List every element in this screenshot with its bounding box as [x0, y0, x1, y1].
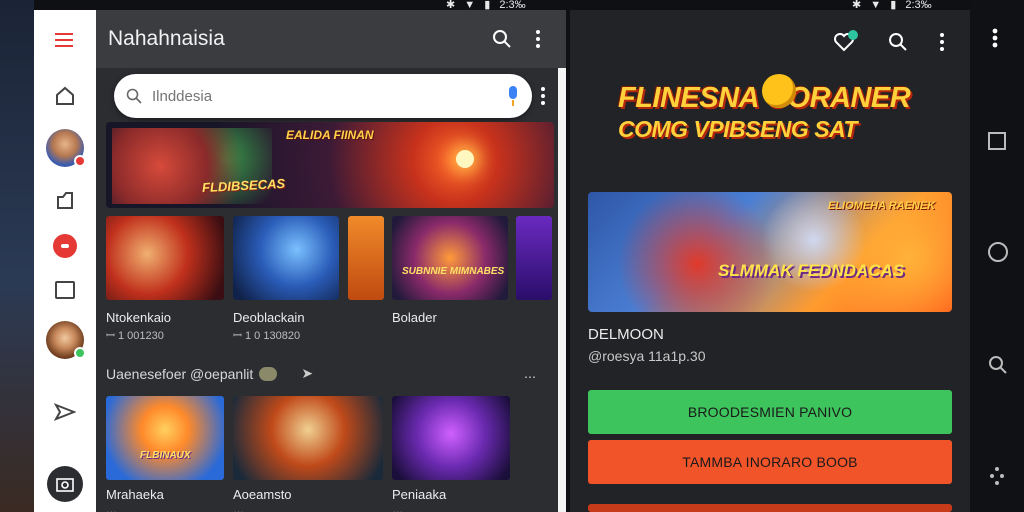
camera-icon[interactable] [45, 464, 85, 504]
hero-banner[interactable]: ELIOMEHA RAENEK SLMMAK FEDNDACAS [588, 192, 952, 312]
card-meta: ꟷ 1 0 130820 [233, 330, 301, 342]
app-bar: Nahahnaisia [96, 10, 566, 68]
game-card[interactable] [233, 396, 383, 480]
share-icon[interactable] [45, 180, 85, 220]
search-icon[interactable] [882, 26, 914, 58]
game-logo-line2: COMG VPIBSENG SAT [618, 116, 858, 142]
notification-badge [74, 155, 86, 167]
card-title[interactable]: Peniaaka [392, 487, 446, 502]
more-vert-icon[interactable] [520, 21, 556, 57]
section-title: Uaenesefoer @oepanlit [106, 365, 254, 382]
home-icon[interactable] [45, 76, 85, 116]
navigation-rail [34, 10, 96, 512]
hero-title: ELIOMEHA RAENEK [828, 200, 936, 212]
search-bar[interactable] [114, 74, 532, 118]
send-icon[interactable] [45, 392, 85, 432]
game-card[interactable] [392, 396, 510, 480]
online-badge [74, 347, 86, 359]
forward-icon[interactable]: ➤ [301, 365, 313, 382]
scrollbar-track[interactable] [558, 68, 566, 512]
card-art-text: FLBINAUX [140, 450, 191, 461]
app-title: Nahahnaisia [108, 27, 225, 50]
banner-subtitle: FLDIBSECAS [201, 175, 286, 196]
apps-icon[interactable] [990, 466, 1004, 491]
game-card[interactable]: SUBNNIE MIMNABES [392, 216, 508, 300]
favorite-icon[interactable] [828, 26, 860, 58]
search-input[interactable] [152, 87, 506, 105]
card-title[interactable]: Ntokenkaio [106, 310, 171, 325]
more-vert-icon[interactable] [930, 26, 954, 58]
card-meta: … [233, 504, 244, 512]
game-meta: @roesya 11a1p.30 [588, 348, 706, 364]
search-icon[interactable] [988, 355, 1008, 380]
system-nav-bar [970, 0, 1024, 512]
record-icon[interactable] [45, 226, 85, 266]
card-art-text: SUBNNIE MIMNABES [402, 266, 505, 277]
game-card[interactable] [106, 216, 224, 300]
card-title[interactable]: Bolader [392, 310, 437, 325]
game-card[interactable] [348, 216, 384, 300]
screen: ✱ ▼ ▮ 2:3‰ Nahahnaisia Ilnddesia EALIDA … [0, 0, 1024, 512]
search-more-icon[interactable] [536, 84, 550, 108]
secondary-button[interactable]: TAMMBA INORARO BOOB [588, 440, 952, 484]
game-card[interactable] [516, 216, 552, 300]
card-title[interactable]: Mrahaeka [106, 487, 164, 502]
badge-icon [259, 366, 278, 381]
notification-dot [848, 30, 858, 40]
card-meta: … [106, 504, 117, 512]
card-meta: ꟷ 1 001230 [106, 330, 164, 342]
wallpaper-strip [0, 0, 34, 512]
card-title[interactable]: Deoblackain [233, 310, 305, 325]
search-icon [126, 88, 142, 104]
home-icon[interactable] [988, 242, 1008, 262]
right-app-window: FLINESNA OORANER COMG VPIBSENG SAT ELIOM… [570, 10, 970, 512]
left-app-window: Nahahnaisia EALIDA FIINAN FLDIBSECAS [34, 10, 566, 512]
featured-banner[interactable]: EALIDA FIINAN FLDIBSECAS [106, 122, 554, 208]
card-title[interactable]: Aoeamsto [233, 487, 292, 502]
overview-icon[interactable] [988, 132, 1006, 150]
game-title: DELMOON [588, 326, 664, 343]
section-header: Uaenesefoer @oepanlit ➤ [106, 365, 313, 382]
section-more-icon[interactable]: ⋯ [524, 370, 537, 384]
card-meta: … [392, 504, 403, 512]
avatar[interactable] [45, 128, 86, 168]
square-icon[interactable] [45, 270, 85, 310]
avatar[interactable] [45, 320, 86, 360]
banner-glow [456, 150, 474, 168]
menu-icon[interactable] [45, 20, 85, 60]
game-card[interactable] [233, 216, 339, 300]
smiley-icon [762, 74, 796, 108]
hero-subtitle: SLMMAK FEDNDACAS [718, 261, 905, 280]
game-card[interactable]: FLBINAUX [106, 396, 224, 480]
search-icon[interactable] [484, 21, 520, 57]
next-button-edge[interactable] [588, 504, 952, 512]
mic-icon[interactable] [506, 85, 520, 107]
primary-button[interactable]: BROODESMIEN PANIVO [588, 390, 952, 434]
more-vert-icon[interactable] [992, 28, 998, 53]
banner-title: EALIDA FIINAN [286, 128, 374, 142]
